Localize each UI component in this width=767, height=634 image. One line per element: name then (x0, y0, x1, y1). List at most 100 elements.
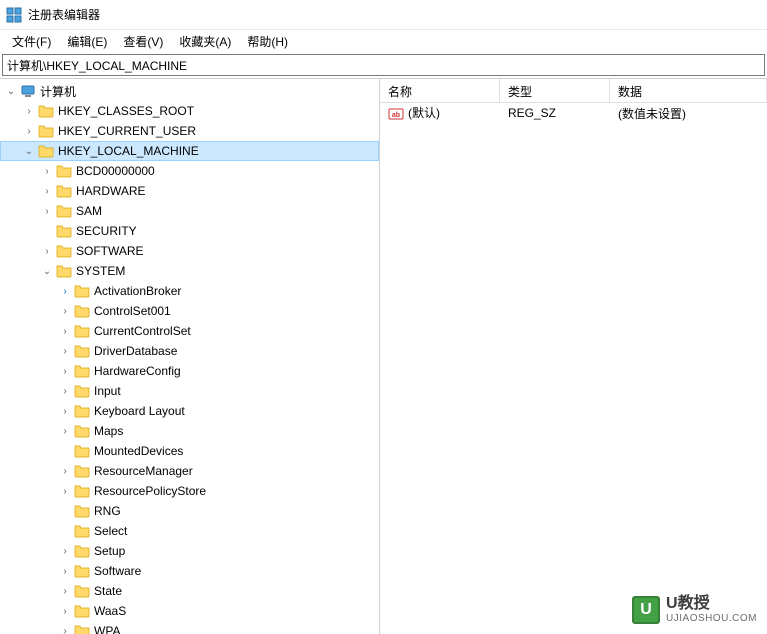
chevron-right-icon[interactable]: › (40, 244, 54, 258)
tree-key-SECURITY[interactable]: SECURITY (0, 221, 379, 241)
chevron-right-icon[interactable]: › (58, 544, 72, 558)
menu-help[interactable]: 帮助(H) (239, 31, 296, 52)
tree-label: Setup (94, 544, 125, 558)
folder-icon (74, 403, 90, 419)
value-name: (默认) (408, 106, 440, 120)
folder-icon (74, 483, 90, 499)
chevron-right-icon[interactable]: › (58, 344, 72, 358)
folder-icon (74, 543, 90, 559)
folder-icon (74, 583, 90, 599)
chevron-right-icon[interactable]: › (58, 324, 72, 338)
menu-file[interactable]: 文件(F) (4, 31, 59, 52)
chevron-right-icon[interactable]: › (58, 564, 72, 578)
tree-root[interactable]: ⌄计算机 (0, 81, 379, 101)
tree-key-Keyboard Layout[interactable]: › Keyboard Layout (0, 401, 379, 421)
tree-key-Select[interactable]: Select (0, 521, 379, 541)
tree-label: State (94, 584, 122, 598)
tree-key-DriverDatabase[interactable]: ›DriverDatabase (0, 341, 379, 361)
tree-hive-HKEY_CLASSES_ROOT[interactable]: ›HKEY_CLASSES_ROOT (0, 101, 379, 121)
app-icon (6, 7, 22, 23)
chevron-right-icon[interactable]: › (58, 384, 72, 398)
list-body[interactable]: ab(默认)REG_SZ(数值未设置) (380, 103, 767, 634)
chevron-right-icon[interactable]: › (58, 624, 72, 634)
tree-hive-HKEY_CURRENT_USER[interactable]: › HKEY_CURRENT_USER (0, 121, 379, 141)
watermark-url: UJIAOSHOU.COM (666, 613, 757, 624)
tree-label: SOFTWARE (76, 244, 144, 258)
tree-key-Maps[interactable]: ›Maps (0, 421, 379, 441)
chevron-right-icon[interactable]: › (58, 404, 72, 418)
tree-key-Setup[interactable]: › Setup (0, 541, 379, 561)
chevron-right-icon[interactable]: › (58, 424, 72, 438)
tree-label: Keyboard Layout (94, 404, 185, 418)
chevron-right-icon[interactable]: › (40, 184, 54, 198)
chevron-right-icon[interactable]: › (22, 124, 36, 138)
tree-key-WaaS[interactable]: ›WaaS (0, 601, 379, 621)
address-bar[interactable]: 计算机\HKEY_LOCAL_MACHINE (2, 54, 765, 76)
chevron-down-icon[interactable]: ⌄ (4, 84, 18, 98)
list-panel: 名称 类型 数据 ab(默认)REG_SZ(数值未设置) (380, 79, 767, 634)
folder-icon (74, 323, 90, 339)
folder-icon (74, 563, 90, 579)
value-row[interactable]: ab(默认)REG_SZ(数值未设置) (380, 103, 767, 123)
chevron-right-icon[interactable]: › (58, 604, 72, 618)
folder-icon (56, 203, 72, 219)
tree-key-SOFTWARE[interactable]: › SOFTWARE (0, 241, 379, 261)
col-header-data[interactable]: 数据 (610, 79, 767, 102)
folder-icon (74, 623, 90, 634)
tree-key-HardwareConfig[interactable]: ›HardwareConfig (0, 361, 379, 381)
list-header: 名称 类型 数据 (380, 79, 767, 103)
chevron-right-icon[interactable]: › (22, 104, 36, 118)
tree-key-CurrentControlSet[interactable]: ›CurrentControlSet (0, 321, 379, 341)
chevron-right-icon[interactable]: › (40, 204, 54, 218)
tree-key-ResourcePolicyStore[interactable]: › ResourcePolicyStore (0, 481, 379, 501)
tree-key-Input[interactable]: › Input (0, 381, 379, 401)
tree-hive-HKEY_LOCAL_MACHINE[interactable]: ⌄HKEY_LOCAL_MACHINE (0, 141, 379, 161)
tree-key-RNG[interactable]: RNG (0, 501, 379, 521)
watermark-title: U教授 (666, 595, 757, 613)
tree-label: ActivationBroker (94, 284, 181, 298)
tree-key-BCD00000000[interactable]: › BCD00000000 (0, 161, 379, 181)
col-header-type[interactable]: 类型 (500, 79, 610, 102)
tree-label: HKEY_CURRENT_USER (58, 124, 196, 138)
tree-panel[interactable]: ⌄计算机›HKEY_CLASSES_ROOT›HKEY_CURRENT_USER… (0, 79, 380, 634)
tree-label: BCD00000000 (76, 164, 155, 178)
watermark-icon: U (632, 596, 660, 624)
tree-key-HARDWARE[interactable]: › HARDWARE (0, 181, 379, 201)
tree-label: RNG (94, 504, 121, 518)
tree-key-State[interactable]: › State (0, 581, 379, 601)
svg-text:ab: ab (392, 112, 400, 119)
tree-label: WPA (94, 624, 120, 634)
folder-icon (56, 263, 72, 279)
tree-label: HARDWARE (76, 184, 146, 198)
folder-icon (38, 123, 54, 139)
menu-favorites[interactable]: 收藏夹(A) (171, 31, 239, 52)
tree-key-SYSTEM[interactable]: ⌄SYSTEM (0, 261, 379, 281)
tree-key-ResourceManager[interactable]: ›ResourceManager (0, 461, 379, 481)
folder-icon (74, 343, 90, 359)
chevron-right-icon[interactable]: › (40, 164, 54, 178)
menu-edit[interactable]: 编辑(E) (59, 31, 115, 52)
folder-icon (74, 383, 90, 399)
tree-key-SAM[interactable]: ›SAM (0, 201, 379, 221)
chevron-right-icon[interactable]: › (58, 304, 72, 318)
chevron-right-icon[interactable]: › (58, 284, 72, 298)
folder-icon (74, 443, 90, 459)
tree-label: ControlSet001 (94, 304, 171, 318)
tree-key-ActivationBroker[interactable]: › ActivationBroker (0, 281, 379, 301)
chevron-down-icon[interactable]: ⌄ (40, 264, 54, 278)
tree-label: Input (94, 384, 121, 398)
tree-key-Software[interactable]: › Software (0, 561, 379, 581)
tree-label: ResourcePolicyStore (94, 484, 206, 498)
chevron-right-icon[interactable]: › (58, 364, 72, 378)
tree-key-ControlSet001[interactable]: › ControlSet001 (0, 301, 379, 321)
chevron-right-icon[interactable]: › (58, 584, 72, 598)
tree-label: Software (94, 564, 141, 578)
chevron-right-icon[interactable]: › (58, 484, 72, 498)
menubar: 文件(F) 编辑(E) 查看(V) 收藏夹(A) 帮助(H) (0, 30, 767, 52)
tree-key-WPA[interactable]: › WPA (0, 621, 379, 634)
chevron-right-icon[interactable]: › (58, 464, 72, 478)
chevron-down-icon[interactable]: ⌄ (22, 144, 36, 158)
tree-key-MountedDevices[interactable]: MountedDevices (0, 441, 379, 461)
menu-view[interactable]: 查看(V) (115, 31, 171, 52)
col-header-name[interactable]: 名称 (380, 79, 500, 102)
